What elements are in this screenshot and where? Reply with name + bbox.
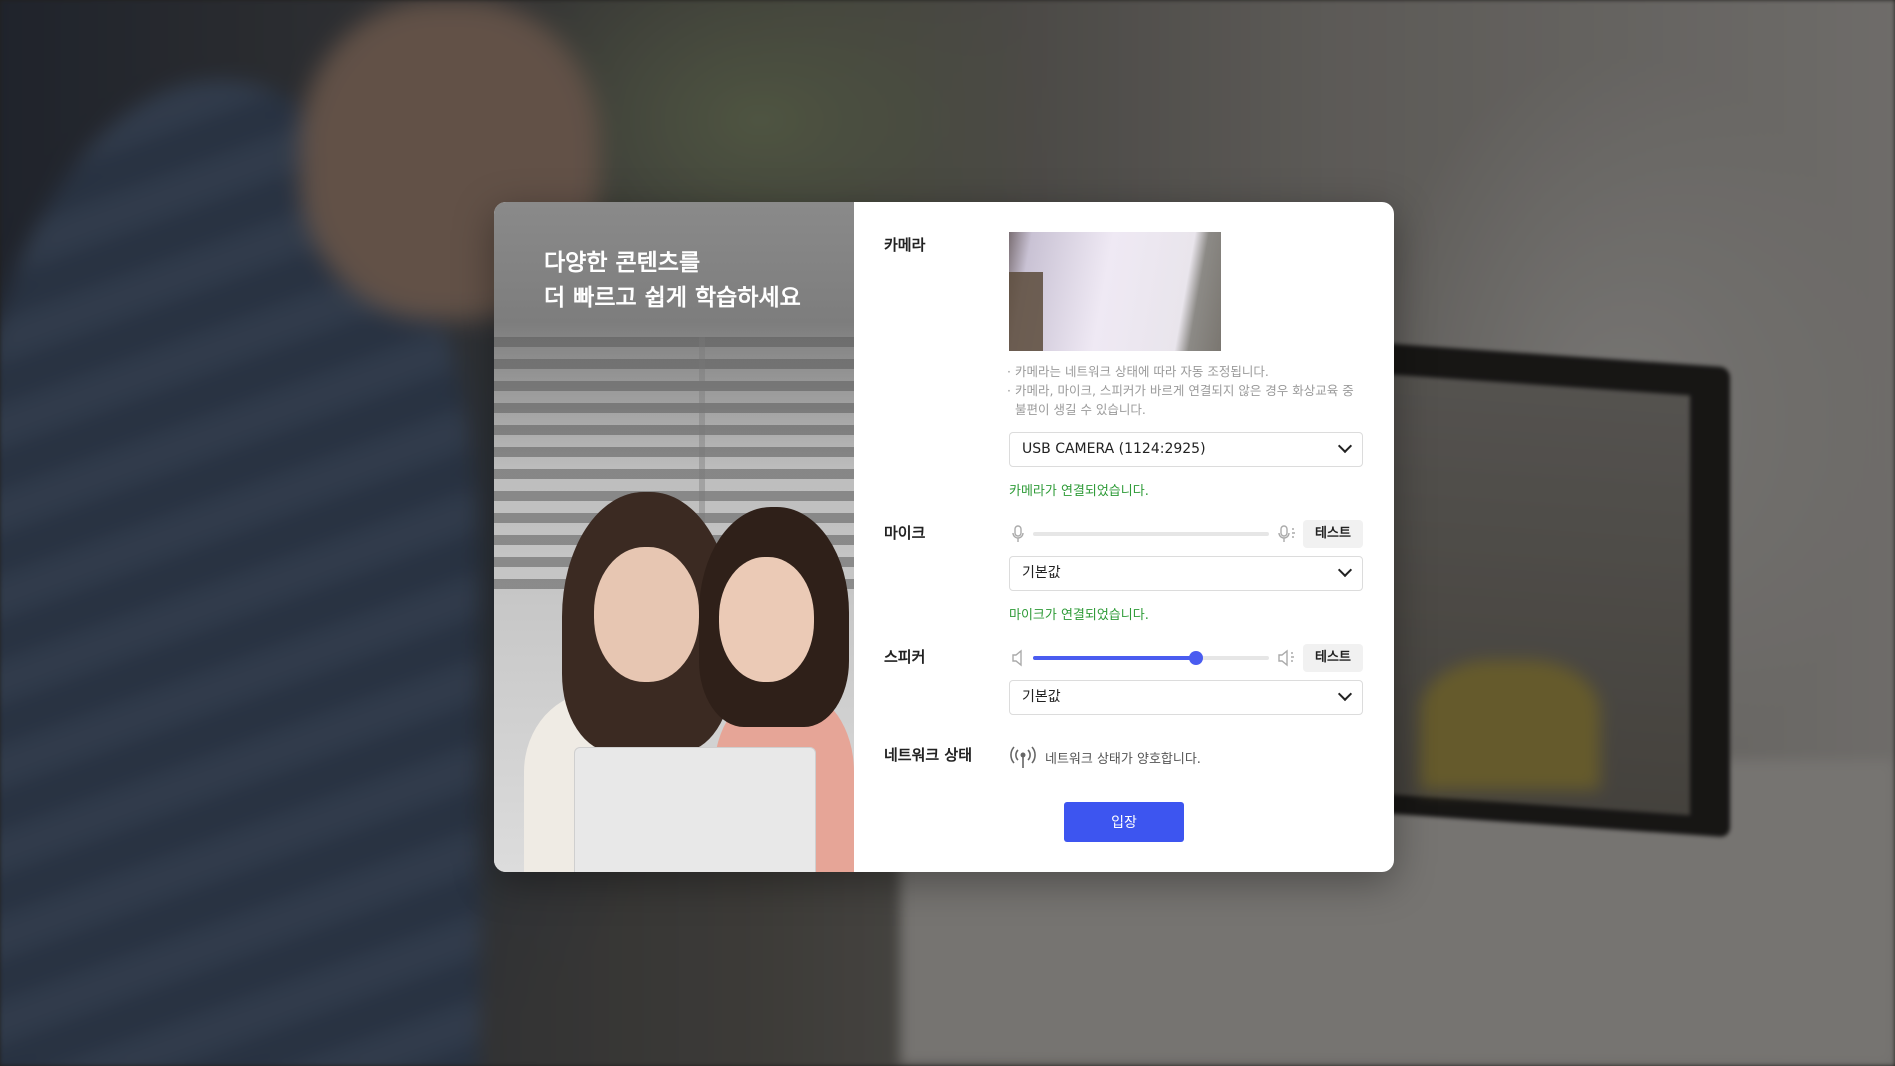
speaker-select-value: 기본값 — [1022, 689, 1061, 705]
promo-laptop — [574, 747, 816, 872]
network-status-text: 네트워크 상태가 양호합니다. — [1045, 751, 1201, 767]
camera-select[interactable]: USB CAMERA (1124:2925) — [1009, 432, 1363, 467]
chevron-down-icon — [1337, 686, 1353, 702]
network-label: 네트워크 상태 — [884, 746, 973, 764]
speaker-volume-track[interactable] — [1033, 651, 1269, 665]
speaker-test-button[interactable]: 테스트 — [1303, 644, 1363, 672]
enter-button[interactable]: 입장 — [1064, 802, 1184, 842]
camera-note: 카메라는 네트워크 상태에 따라 자동 조정됩니다. — [1007, 362, 1367, 381]
mic-select-value: 기본값 — [1022, 565, 1061, 581]
camera-label: 카메라 — [884, 236, 926, 254]
chevron-down-icon — [1337, 438, 1353, 454]
chevron-down-icon — [1337, 562, 1353, 578]
mic-status: 마이크가 연결되었습니다. — [1009, 608, 1149, 623]
network-status-row: 네트워크 상태가 양호합니다. — [1009, 745, 1201, 769]
mic-level-meter: 테스트 — [1009, 520, 1363, 548]
speaker-loud-icon — [1277, 649, 1297, 667]
mic-level-track — [1033, 532, 1269, 536]
speaker-label: 스피커 — [884, 648, 926, 666]
signal-antenna-icon — [1009, 745, 1037, 769]
mic-test-button[interactable]: 테스트 — [1303, 520, 1363, 548]
person-1-face — [594, 547, 699, 682]
speaker-mute-icon — [1011, 649, 1025, 667]
speaker-volume-fill — [1033, 656, 1196, 660]
person-2-face — [719, 557, 814, 682]
camera-status: 카메라가 연결되었습니다. — [1009, 484, 1149, 499]
mic-label: 마이크 — [884, 524, 926, 542]
mic-select[interactable]: 기본값 — [1009, 556, 1363, 591]
camera-note: 카메라, 마이크, 스피커가 바르게 연결되지 않은 경우 화상교육 중 불편이… — [1007, 381, 1367, 419]
speaker-select[interactable]: 기본값 — [1009, 680, 1363, 715]
mic-loud-icon — [1277, 525, 1297, 543]
camera-preview-shelf — [1009, 272, 1043, 351]
mic-icon — [1011, 525, 1025, 543]
promo-headline: 다양한 콘텐츠를 더 빠르고 쉽게 학습하세요 — [544, 250, 801, 311]
camera-select-value: USB CAMERA (1124:2925) — [1022, 441, 1206, 457]
camera-preview — [1009, 232, 1221, 351]
settings-panel: 카메라 카메라는 네트워크 상태에 따라 자동 조정됩니다. 카메라, 마이크,… — [854, 202, 1394, 872]
promo-panel: 다양한 콘텐츠를 더 빠르고 쉽게 학습하세요 — [494, 202, 854, 872]
camera-notes: 카메라는 네트워크 상태에 따라 자동 조정됩니다. 카메라, 마이크, 스피커… — [1007, 362, 1367, 419]
device-check-modal: 다양한 콘텐츠를 더 빠르고 쉽게 학습하세요 카메라 카메라는 네트워크 상태… — [494, 202, 1394, 872]
speaker-volume-slider[interactable]: 테스트 — [1009, 644, 1363, 672]
speaker-volume-handle[interactable] — [1188, 651, 1203, 665]
